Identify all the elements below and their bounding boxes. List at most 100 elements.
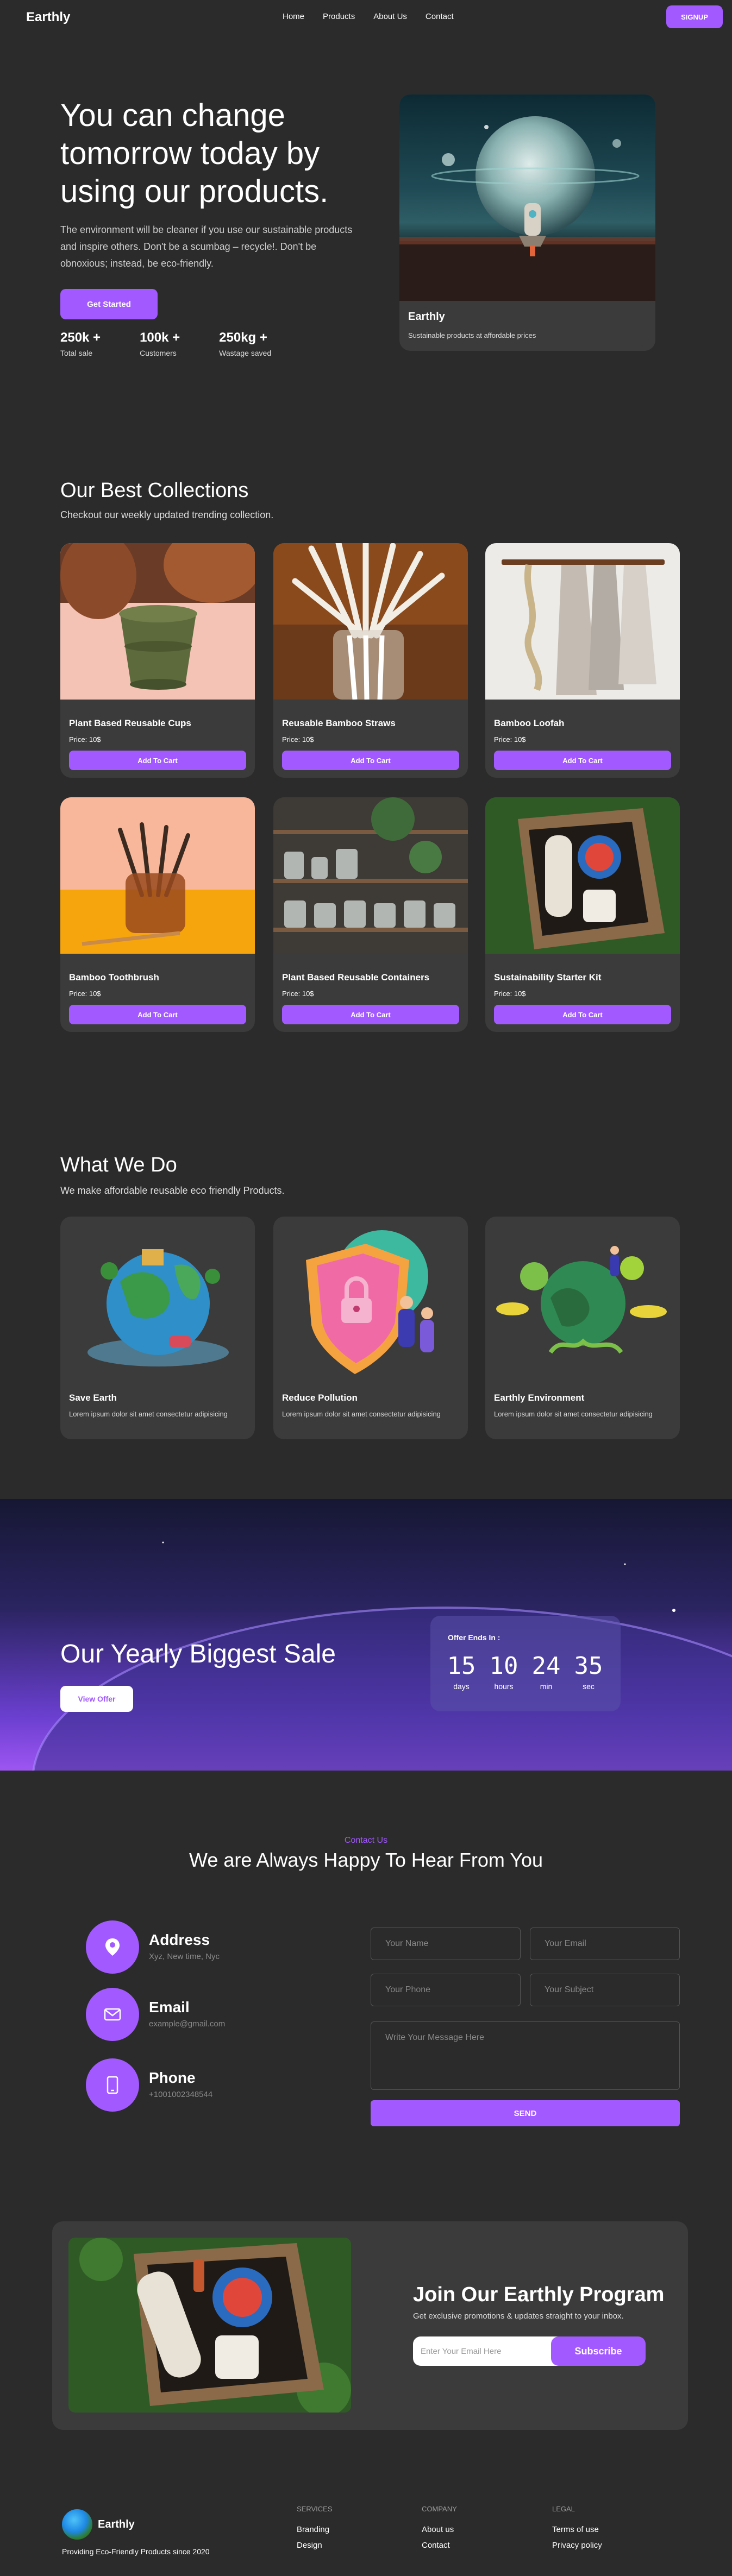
location-pin-icon (86, 1920, 139, 1974)
countdown-seconds: 35 sec (574, 1653, 603, 1691)
add-to-cart-button[interactable]: Add To Cart (494, 1005, 671, 1024)
sale-title: Our Yearly Biggest Sale (60, 1640, 336, 1668)
footer-heading: SERVICES (297, 2505, 333, 2513)
product-price: Price: 10$ (494, 735, 526, 744)
countdown-units: 15 days 10 hours 24 min 35 sec (447, 1653, 603, 1691)
feature-name: Reduce Pollution (282, 1393, 358, 1403)
add-to-cart-button[interactable]: Add To Cart (494, 751, 671, 770)
nav-link-about[interactable]: About Us (373, 12, 407, 21)
feature-desc: Lorem ipsum dolor sit amet consectetur a… (282, 1410, 441, 1418)
stat-customers: 100k + Customers (140, 330, 180, 357)
product-name: Sustainability Starter Kit (494, 972, 602, 982)
add-to-cart-button[interactable]: Add To Cart (282, 751, 459, 770)
countdown-value: 10 (489, 1652, 518, 1680)
nav-link-products[interactable]: Products (323, 12, 355, 21)
newsletter-subtitle: Get exclusive promotions & updates strai… (413, 2312, 624, 2321)
top-nav: Earthly Home Products About Us Contact S… (0, 0, 732, 35)
get-started-button[interactable]: Get Started (60, 289, 158, 319)
stat-total-sale: 250k + Total sale (60, 330, 101, 357)
nav-link-home[interactable]: Home (283, 12, 304, 21)
footer-link-contact[interactable]: Contact (422, 2541, 457, 2550)
send-button[interactable]: SEND (371, 2100, 680, 2126)
nav-link-contact[interactable]: Contact (426, 12, 454, 21)
countdown-hours: 10 hours (489, 1653, 518, 1691)
collections-subtitle: Checkout our weekly updated trending col… (60, 509, 274, 520)
earth-logo-icon (62, 2509, 92, 2540)
product-image-straws (273, 543, 468, 700)
hero-card-title: Earthly (408, 311, 445, 323)
add-to-cart-button[interactable]: Add To Cart (69, 751, 246, 770)
message-field[interactable] (371, 2021, 680, 2090)
footer-heading: COMPANY (422, 2505, 457, 2513)
feature-card: Reduce Pollution Lorem ipsum dolor sit a… (273, 1217, 468, 1439)
newsletter-section: Join Our Earthly Program Get exclusive p… (52, 2221, 688, 2430)
hero-description: The environment will be cleaner if you u… (60, 224, 353, 269)
subscribe-button[interactable]: Subscribe (551, 2336, 646, 2366)
product-card[interactable]: Sustainability Starter Kit Price: 10$ Ad… (485, 797, 680, 1032)
product-image-starter-kit (485, 797, 680, 954)
product-card[interactable]: Reusable Bamboo Straws Price: 10$ Add To… (273, 543, 468, 778)
countdown-unit-label: min (540, 1682, 553, 1691)
product-image-toothbrush (60, 797, 255, 954)
product-name: Bamboo Loofah (494, 718, 565, 728)
signup-button[interactable]: SIGNUP (666, 5, 723, 28)
feature-name: Earthly Environment (494, 1393, 585, 1403)
footer-link-about[interactable]: About us (422, 2525, 457, 2534)
subject-field[interactable] (530, 1974, 680, 2006)
product-price: Price: 10$ (282, 735, 314, 744)
feature-name: Save Earth (69, 1393, 117, 1403)
nav-links: Home Products About Us Contact (283, 12, 454, 21)
newsletter-title: Join Our Earthly Program (413, 2283, 665, 2306)
phone-field[interactable] (371, 1974, 521, 2006)
product-card[interactable]: Plant Based Reusable Containers Price: 1… (273, 797, 468, 1032)
stat-label: Total sale (60, 349, 93, 357)
countdown-timer: Offer Ends In : 15 days 10 hours 24 min … (430, 1616, 621, 1711)
footer-link-design[interactable]: Design (297, 2541, 333, 2550)
footer-column-legal: LEGAL Terms of use Privacy policy (552, 2505, 602, 2556)
name-field[interactable] (371, 1928, 521, 1960)
product-image-cups (60, 543, 255, 700)
newsletter-email-input[interactable] (413, 2336, 565, 2366)
email-field[interactable] (530, 1928, 680, 1960)
footer-column-company: COMPANY About us Contact (422, 2505, 457, 2556)
feature-desc: Lorem ipsum dolor sit amet consectetur a… (69, 1410, 228, 1418)
countdown-unit-label: sec (583, 1682, 595, 1691)
view-offer-button[interactable]: View Offer (60, 1686, 133, 1712)
product-card[interactable]: Bamboo Toothbrush Price: 10$ Add To Cart (60, 797, 255, 1032)
page: Earthly Home Products About Us Contact S… (0, 0, 732, 2576)
contact-label: Email (149, 1999, 190, 2016)
stat-value: 100k + (140, 330, 180, 345)
brand-logo[interactable]: Earthly (26, 10, 70, 25)
product-name: Reusable Bamboo Straws (282, 718, 396, 728)
stat-value: 250kg + (219, 330, 267, 345)
hero-card[interactable]: Earthly Sustainable products at affordab… (399, 95, 655, 351)
countdown-label: Offer Ends In : (448, 1633, 500, 1642)
add-to-cart-button[interactable]: Add To Cart (69, 1005, 246, 1024)
footer-tagline: Providing Eco-Friendly Products since 20… (62, 2547, 210, 2556)
product-price: Price: 10$ (69, 735, 101, 744)
product-image-loofah (485, 543, 680, 700)
phone-icon (86, 2058, 139, 2112)
countdown-unit-label: days (453, 1682, 470, 1691)
footer-link-terms[interactable]: Terms of use (552, 2525, 602, 2534)
footer-link-branding[interactable]: Branding (297, 2525, 333, 2534)
countdown-minutes: 24 min (531, 1653, 561, 1691)
product-image-containers (273, 797, 468, 954)
product-card[interactable]: Bamboo Loofah Price: 10$ Add To Cart (485, 543, 680, 778)
stat-wastage: 250kg + Wastage saved (219, 330, 271, 357)
product-name: Plant Based Reusable Containers (282, 972, 430, 982)
add-to-cart-button[interactable]: Add To Cart (282, 1005, 459, 1024)
what-we-do-title: What We Do (60, 1154, 177, 1176)
hero-card-subtitle: Sustainable products at affordable price… (408, 331, 536, 339)
earthly-environment-illustration (485, 1217, 680, 1389)
countdown-days: 15 days (447, 1653, 476, 1691)
product-price: Price: 10$ (69, 990, 101, 998)
footer-brand[interactable]: Earthly (62, 2509, 135, 2540)
envelope-icon (86, 1988, 139, 2041)
product-name: Bamboo Toothbrush (69, 972, 159, 982)
product-card[interactable]: Plant Based Reusable Cups Price: 10$ Add… (60, 543, 255, 778)
collections-title: Our Best Collections (60, 479, 249, 502)
contact-value: +1001002348544 (149, 2090, 213, 2099)
footer-link-privacy[interactable]: Privacy policy (552, 2541, 602, 2550)
countdown-value: 35 (574, 1652, 603, 1680)
